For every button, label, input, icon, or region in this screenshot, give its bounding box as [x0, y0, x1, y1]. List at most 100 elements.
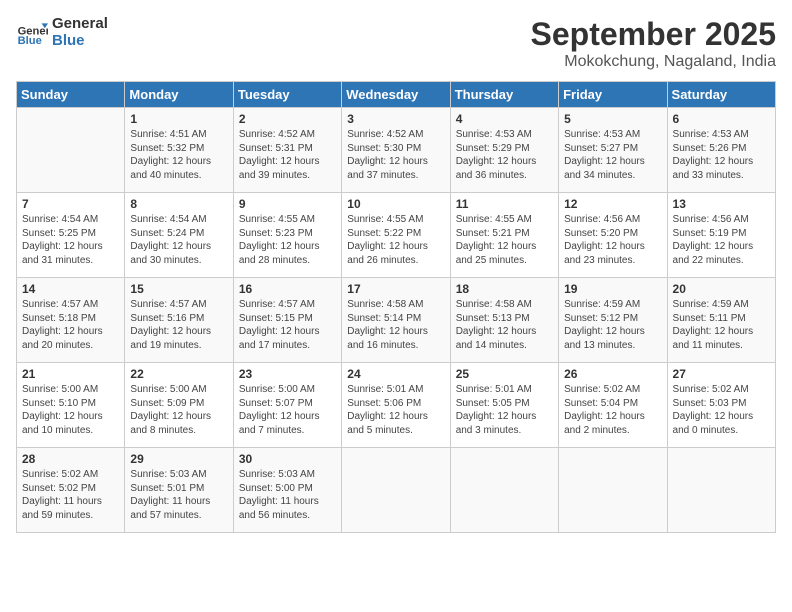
calendar-table: SundayMondayTuesdayWednesdayThursdayFrid…	[16, 81, 776, 533]
calendar-week-row: 1 Sunrise: 4:51 AM Sunset: 5:32 PM Daylig…	[17, 108, 776, 193]
day-number: 21	[22, 367, 119, 381]
day-number: 4	[456, 112, 553, 126]
calendar-week-row: 28Sunrise: 5:02 AM Sunset: 5:02 PM Dayli…	[17, 448, 776, 533]
day-number: 24	[347, 367, 444, 381]
cell-content: Sunrise: 4:56 AM Sunset: 5:19 PM Dayligh…	[673, 213, 770, 267]
calendar-week-row: 14 Sunrise: 4:57 AM Sunset: 5:18 PM Dayli…	[17, 278, 776, 363]
calendar-cell: 26 Sunrise: 5:02 AM Sunset: 5:04 PM Dayli…	[559, 363, 667, 448]
title-block: September 2025 Mokokchung, Nagaland, Ind…	[531, 16, 776, 71]
calendar-cell: 27 Sunrise: 5:02 AM Sunset: 5:03 PM Dayli…	[667, 363, 775, 448]
cell-content: Sunrise: 4:53 AM Sunset: 5:27 PM Dayligh…	[564, 128, 661, 182]
calendar-cell	[559, 448, 667, 533]
calendar-cell: 15Sunrise: 4:57 AM Sunset: 5:16 PM Dayli…	[125, 278, 233, 363]
cell-content: Sunrise: 4:55 AM Sunset: 5:23 PM Dayligh…	[239, 213, 336, 267]
calendar-cell	[450, 448, 558, 533]
calendar-cell: 23Sunrise: 5:00 AM Sunset: 5:07 PM Dayli…	[233, 363, 341, 448]
calendar-header-row: SundayMondayTuesdayWednesdayThursdayFrid…	[17, 82, 776, 108]
location-title: Mokokchung, Nagaland, India	[531, 53, 776, 71]
weekday-header-saturday: Saturday	[667, 82, 775, 108]
calendar-cell: 14 Sunrise: 4:57 AM Sunset: 5:18 PM Dayli…	[17, 278, 125, 363]
cell-content: Sunrise: 4:53 AM Sunset: 5:29 PM Dayligh…	[456, 128, 553, 182]
weekday-header-monday: Monday	[125, 82, 233, 108]
calendar-cell	[342, 448, 450, 533]
calendar-cell: 13Sunrise: 4:56 AM Sunset: 5:19 PM Dayli…	[667, 193, 775, 278]
calendar-cell	[667, 448, 775, 533]
cell-content: Sunrise: 4:57 AM Sunset: 5:15 PM Dayligh…	[239, 298, 336, 352]
day-number: 26	[564, 367, 661, 381]
calendar-cell: 7Sunrise: 4:54 AM Sunset: 5:25 PM Daylig…	[17, 193, 125, 278]
page-header: General Blue General Blue September 2025…	[16, 16, 776, 71]
cell-content: Sunrise: 4:58 AM Sunset: 5:14 PM Dayligh…	[347, 298, 444, 352]
calendar-week-row: 21 Sunrise: 5:00 AM Sunset: 5:10 PM Dayli…	[17, 363, 776, 448]
calendar-cell: 12Sunrise: 4:56 AM Sunset: 5:20 PM Dayli…	[559, 193, 667, 278]
logo: General Blue General Blue	[16, 16, 108, 49]
day-number: 6	[673, 112, 770, 126]
calendar-cell: 17 Sunrise: 4:58 AM Sunset: 5:14 PM Dayli…	[342, 278, 450, 363]
calendar-cell: 21 Sunrise: 5:00 AM Sunset: 5:10 PM Dayli…	[17, 363, 125, 448]
calendar-cell: 11Sunrise: 4:55 AM Sunset: 5:21 PM Dayli…	[450, 193, 558, 278]
calendar-cell: 20Sunrise: 4:59 AM Sunset: 5:11 PM Dayli…	[667, 278, 775, 363]
day-number: 2	[239, 112, 336, 126]
cell-content: Sunrise: 4:55 AM Sunset: 5:22 PM Dayligh…	[347, 213, 444, 267]
day-number: 18	[456, 282, 553, 296]
calendar-cell: 8Sunrise: 4:54 AM Sunset: 5:24 PM Daylig…	[125, 193, 233, 278]
day-number: 27	[673, 367, 770, 381]
calendar-cell: 16 Sunrise: 4:57 AM Sunset: 5:15 PM Dayli…	[233, 278, 341, 363]
day-number: 16	[239, 282, 336, 296]
calendar-cell: 29Sunrise: 5:03 AM Sunset: 5:01 PM Dayli…	[125, 448, 233, 533]
calendar-cell: 6 Sunrise: 4:53 AM Sunset: 5:26 PM Daylig…	[667, 108, 775, 193]
calendar-cell: 30Sunrise: 5:03 AM Sunset: 5:00 PM Dayli…	[233, 448, 341, 533]
day-number: 17	[347, 282, 444, 296]
weekday-header-thursday: Thursday	[450, 82, 558, 108]
cell-content: Sunrise: 4:56 AM Sunset: 5:20 PM Dayligh…	[564, 213, 661, 267]
cell-content: Sunrise: 4:57 AM Sunset: 5:16 PM Dayligh…	[130, 298, 227, 352]
day-number: 25	[456, 367, 553, 381]
day-number: 9	[239, 197, 336, 211]
calendar-cell: 25 Sunrise: 5:01 AM Sunset: 5:05 PM Dayli…	[450, 363, 558, 448]
calendar-cell: 2 Sunrise: 4:52 AM Sunset: 5:31 PM Daylig…	[233, 108, 341, 193]
calendar-cell: 10 Sunrise: 4:55 AM Sunset: 5:22 PM Dayli…	[342, 193, 450, 278]
logo-text-general: General	[52, 16, 108, 33]
day-number: 1	[130, 112, 227, 126]
cell-content: Sunrise: 4:52 AM Sunset: 5:31 PM Dayligh…	[239, 128, 336, 182]
calendar-cell	[17, 108, 125, 193]
cell-content: Sunrise: 4:52 AM Sunset: 5:30 PM Dayligh…	[347, 128, 444, 182]
day-number: 11	[456, 197, 553, 211]
cell-content: Sunrise: 5:02 AM Sunset: 5:02 PM Dayligh…	[22, 468, 119, 522]
cell-content: Sunrise: 5:01 AM Sunset: 5:06 PM Dayligh…	[347, 383, 444, 437]
cell-content: Sunrise: 5:01 AM Sunset: 5:05 PM Dayligh…	[456, 383, 553, 437]
day-number: 8	[130, 197, 227, 211]
calendar-cell: 5Sunrise: 4:53 AM Sunset: 5:27 PM Daylig…	[559, 108, 667, 193]
cell-content: Sunrise: 5:03 AM Sunset: 5:01 PM Dayligh…	[130, 468, 227, 522]
day-number: 30	[239, 452, 336, 466]
calendar-cell: 19Sunrise: 4:59 AM Sunset: 5:12 PM Dayli…	[559, 278, 667, 363]
day-number: 10	[347, 197, 444, 211]
cell-content: Sunrise: 5:00 AM Sunset: 5:07 PM Dayligh…	[239, 383, 336, 437]
weekday-header-tuesday: Tuesday	[233, 82, 341, 108]
cell-content: Sunrise: 5:02 AM Sunset: 5:03 PM Dayligh…	[673, 383, 770, 437]
cell-content: Sunrise: 5:02 AM Sunset: 5:04 PM Dayligh…	[564, 383, 661, 437]
cell-content: Sunrise: 4:59 AM Sunset: 5:12 PM Dayligh…	[564, 298, 661, 352]
calendar-cell: 3Sunrise: 4:52 AM Sunset: 5:30 PM Daylig…	[342, 108, 450, 193]
calendar-week-row: 7Sunrise: 4:54 AM Sunset: 5:25 PM Daylig…	[17, 193, 776, 278]
svg-text:Blue: Blue	[18, 35, 42, 47]
weekday-header-friday: Friday	[559, 82, 667, 108]
calendar-cell: 4 Sunrise: 4:53 AM Sunset: 5:29 PM Daylig…	[450, 108, 558, 193]
calendar-body: 1 Sunrise: 4:51 AM Sunset: 5:32 PM Daylig…	[17, 108, 776, 533]
calendar-cell: 22Sunrise: 5:00 AM Sunset: 5:09 PM Dayli…	[125, 363, 233, 448]
cell-content: Sunrise: 4:57 AM Sunset: 5:18 PM Dayligh…	[22, 298, 119, 352]
day-number: 22	[130, 367, 227, 381]
cell-content: Sunrise: 4:58 AM Sunset: 5:13 PM Dayligh…	[456, 298, 553, 352]
calendar-cell: 28Sunrise: 5:02 AM Sunset: 5:02 PM Dayli…	[17, 448, 125, 533]
day-number: 20	[673, 282, 770, 296]
day-number: 14	[22, 282, 119, 296]
cell-content: Sunrise: 5:00 AM Sunset: 5:10 PM Dayligh…	[22, 383, 119, 437]
day-number: 7	[22, 197, 119, 211]
calendar-cell: 24 Sunrise: 5:01 AM Sunset: 5:06 PM Dayli…	[342, 363, 450, 448]
calendar-cell: 18 Sunrise: 4:58 AM Sunset: 5:13 PM Dayli…	[450, 278, 558, 363]
logo-text-blue: Blue	[52, 33, 108, 50]
logo-icon: General Blue	[16, 17, 48, 49]
cell-content: Sunrise: 4:53 AM Sunset: 5:26 PM Dayligh…	[673, 128, 770, 182]
cell-content: Sunrise: 4:51 AM Sunset: 5:32 PM Dayligh…	[130, 128, 227, 182]
weekday-header-wednesday: Wednesday	[342, 82, 450, 108]
